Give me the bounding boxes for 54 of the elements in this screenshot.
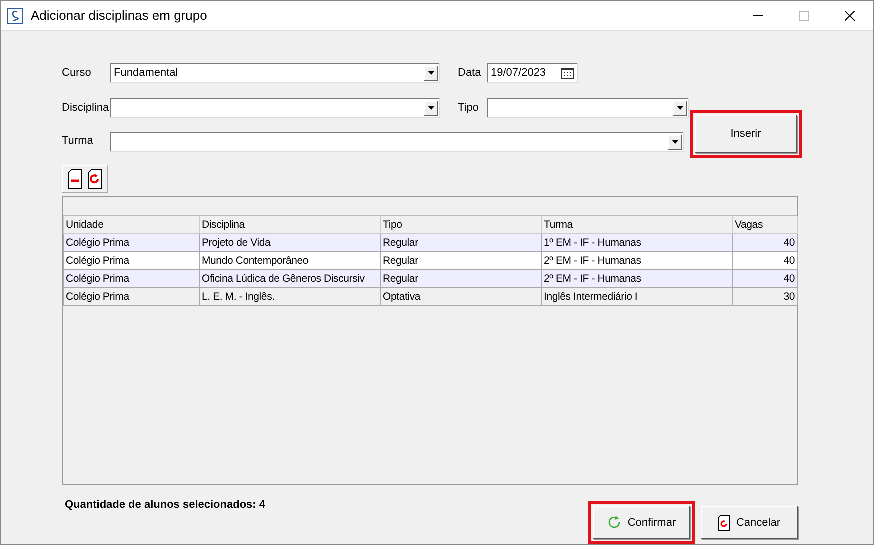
table-cell: Colégio Prima [64,288,200,306]
caret-icon [428,106,434,110]
table-cell: Inglês Intermediário I [542,288,732,306]
field-label: Tipo [458,102,480,114]
confirm-button[interactable]: Confirmar [593,506,690,539]
table-cell: Optativa [380,288,542,306]
table-cell: 40 [732,252,798,270]
maximize-icon [799,10,809,20]
caret-icon [428,71,434,75]
dropdown-button[interactable] [673,100,687,116]
table-cell: L. E. M. - Inglês. [200,288,380,306]
table-cell: Colégio Prima [64,234,200,252]
table-row[interactable]: Colégio Prima L. E. M. - Inglês. Optativa Inglês Intermediário I 30 [64,288,798,306]
cancel-button[interactable]: Cancelar [701,506,798,539]
refresh-icon [606,515,622,530]
date-field[interactable]: 19/07/2023 [487,63,578,83]
dropdown-button[interactable] [668,134,682,150]
window-title: Adicionar disciplinas em grupo [31,8,208,23]
insert-button[interactable]: Inserir [695,115,797,153]
table-cell: 2º EM - IF - Humanas [542,252,732,270]
caret-icon [676,106,684,110]
class-dropdown[interactable] [110,132,684,152]
cancel-document-icon [718,514,730,530]
caret-icon [672,140,678,144]
field-label: Turma [62,135,94,147]
field-label: Disciplina [62,102,110,114]
table-row[interactable]: Colégio Prima Projeto de Vida Regular 1º EM - IF - Humanas 40 [64,234,798,252]
dropdown-button[interactable] [424,66,438,80]
table-cell: Regular [380,252,542,270]
table-cell: 40 [732,234,798,252]
field-label: Data [458,67,482,79]
table-cell: Projeto de Vida [200,234,380,252]
table-cell: Oficina Lúdica de Gêneros Discursiv [200,270,380,288]
course-dropdown[interactable]: Fundamental [110,63,440,83]
selected-count-text: Quantidade de alunos selecionados: 4 [65,499,266,511]
table-cell: 2º EM - IF - Humanas [542,270,732,288]
table-cell: Mundo Contemporâneo [200,252,380,270]
dropdown-button[interactable] [424,100,438,116]
app-logo-icon [7,8,23,24]
type-dropdown[interactable] [487,98,689,118]
table-cell: Colégio Prima [64,270,200,288]
field-label: Curso [62,67,92,79]
table-cell: 40 [732,270,798,288]
remove-document-icon[interactable] [68,169,82,189]
table-cell: Regular [380,270,542,288]
refresh-document-icon[interactable] [88,169,102,189]
table-cell: Colégio Prima [64,252,200,270]
table-cell: 1º EM - IF - Humanas [542,234,732,252]
table-row[interactable]: Colégio Prima Mundo Contemporâneo Regular 2º EM - IF - Humanas 40 [64,252,798,270]
table-cell: Regular [380,234,542,252]
subject-dropdown[interactable] [110,98,440,118]
close-icon [845,10,855,20]
table-cell: 30 [732,288,798,306]
table-row[interactable]: Colégio Prima Oficina Lúdica de Gêneros Discursiv Regular 2º EM - IF - Humanas 40 [64,270,798,288]
